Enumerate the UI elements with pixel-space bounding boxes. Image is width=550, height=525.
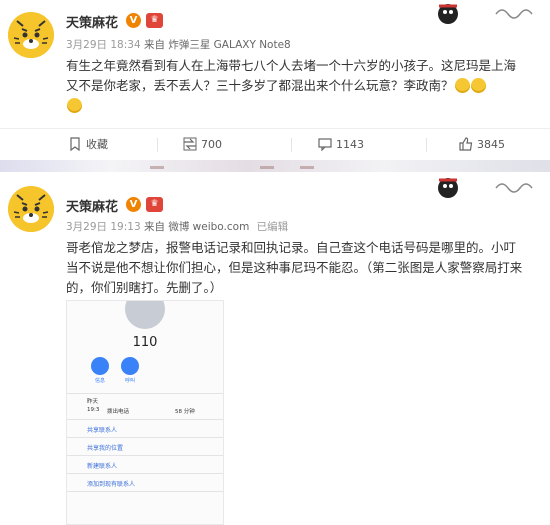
action-divider bbox=[157, 138, 158, 152]
verified-badge-icon: V bbox=[126, 197, 141, 212]
weibo-post-2: 天策麻花 V ♛ 3月29日 19:13 来自 微博 weibo.com 已编辑… bbox=[0, 172, 550, 525]
decor-stroke bbox=[300, 166, 314, 169]
share-icon bbox=[183, 137, 197, 151]
post-action-bar: 收藏 700 1143 3845 bbox=[0, 128, 550, 160]
share-button[interactable]: 700 bbox=[183, 129, 222, 161]
favorite-label: 收藏 bbox=[86, 138, 108, 151]
like-button[interactable]: 3845 bbox=[459, 129, 505, 161]
share-contact-link: 共享联系人 bbox=[87, 427, 118, 434]
call-icon bbox=[121, 357, 139, 375]
thumbs-up-icon bbox=[459, 137, 473, 151]
blush-emoji-icon bbox=[454, 78, 470, 93]
corner-sticker-icon bbox=[438, 178, 533, 198]
edited-label[interactable]: 已编辑 bbox=[257, 221, 289, 233]
decor-stroke bbox=[260, 166, 274, 169]
comment-count: 1143 bbox=[336, 138, 364, 151]
post-meta: 3月29日 18:34 来自 炸弹三星 GALAXY Note8 bbox=[66, 37, 291, 52]
user-avatar[interactable] bbox=[8, 12, 54, 58]
share-count: 700 bbox=[201, 138, 222, 151]
separator bbox=[67, 419, 223, 420]
comment-button[interactable]: 1143 bbox=[318, 129, 364, 161]
comment-icon bbox=[318, 138, 332, 152]
blush-emoji-icon bbox=[67, 98, 82, 113]
call-log-screenshot[interactable]: 110 信息 呼叫 昨天 19:3 拨出电话 58 分钟 共享联系人 共享我的位… bbox=[66, 300, 224, 525]
call-time: 19:3 bbox=[87, 407, 100, 413]
tiger-avatar-icon bbox=[8, 12, 54, 58]
add-to-contact-link: 添加到现有联系人 bbox=[87, 481, 136, 488]
share-location-link: 共享我的位置 bbox=[87, 445, 124, 452]
like-count: 3845 bbox=[477, 138, 505, 151]
action-divider bbox=[426, 138, 427, 152]
post-source: 来自 炸弹三星 GALAXY Note8 bbox=[143, 39, 291, 51]
blush-emoji-icon bbox=[470, 78, 486, 93]
call-label: 呼叫 bbox=[124, 378, 135, 384]
username[interactable]: 天策麻花 bbox=[66, 196, 118, 215]
post-text: 哥老倌龙之梦店，报警电话记录和回执记录。自己查这个电话号码是哪里的。小叮当不说是… bbox=[66, 240, 523, 295]
call-type: 拨出电话 bbox=[107, 409, 130, 415]
post-text-content: 有生之年竟然看到有人在上海带七八个人去堵一个十六岁的小孩子。这尼玛是上海又不是你… bbox=[66, 58, 517, 93]
username[interactable]: 天策麻花 bbox=[66, 12, 118, 31]
post-date[interactable]: 3月29日 19:13 bbox=[66, 221, 141, 233]
separator bbox=[67, 455, 223, 456]
message-icon bbox=[91, 357, 109, 375]
member-crown-icon: ♛ bbox=[146, 197, 163, 212]
favorite-button[interactable]: 收藏 bbox=[68, 129, 108, 161]
verified-badge-icon: V bbox=[126, 13, 141, 28]
weibo-post-1: 天策麻花 V ♛ 3月29日 18:34 来自 炸弹三星 GALAXY Note… bbox=[0, 0, 550, 163]
phone-number: 110 bbox=[132, 335, 158, 350]
separator bbox=[67, 491, 223, 492]
post-source: 来自 微博 weibo.com bbox=[143, 221, 250, 233]
user-avatar[interactable] bbox=[8, 186, 54, 232]
member-crown-icon: ♛ bbox=[146, 13, 163, 28]
action-divider bbox=[291, 138, 292, 152]
post-meta: 3月29日 19:13 来自 微博 weibo.com 已编辑 bbox=[66, 219, 288, 234]
contact-avatar-icon bbox=[125, 301, 165, 329]
message-label: 信息 bbox=[94, 378, 105, 384]
decor-stroke bbox=[150, 166, 164, 169]
separator bbox=[67, 437, 223, 438]
bookmark-icon bbox=[70, 137, 80, 152]
call-duration: 58 分钟 bbox=[175, 409, 195, 415]
separator bbox=[67, 473, 223, 474]
separator bbox=[67, 393, 223, 394]
tiger-avatar-icon bbox=[8, 186, 54, 232]
post-date[interactable]: 3月29日 18:34 bbox=[66, 39, 141, 51]
corner-sticker-icon bbox=[438, 4, 533, 24]
post-text: 有生之年竟然看到有人在上海带七八个人去堵一个十六岁的小孩子。这尼玛是上海又不是你… bbox=[66, 56, 526, 116]
call-day: 昨天 bbox=[87, 399, 99, 405]
new-contact-link: 新建联系人 bbox=[87, 463, 118, 470]
